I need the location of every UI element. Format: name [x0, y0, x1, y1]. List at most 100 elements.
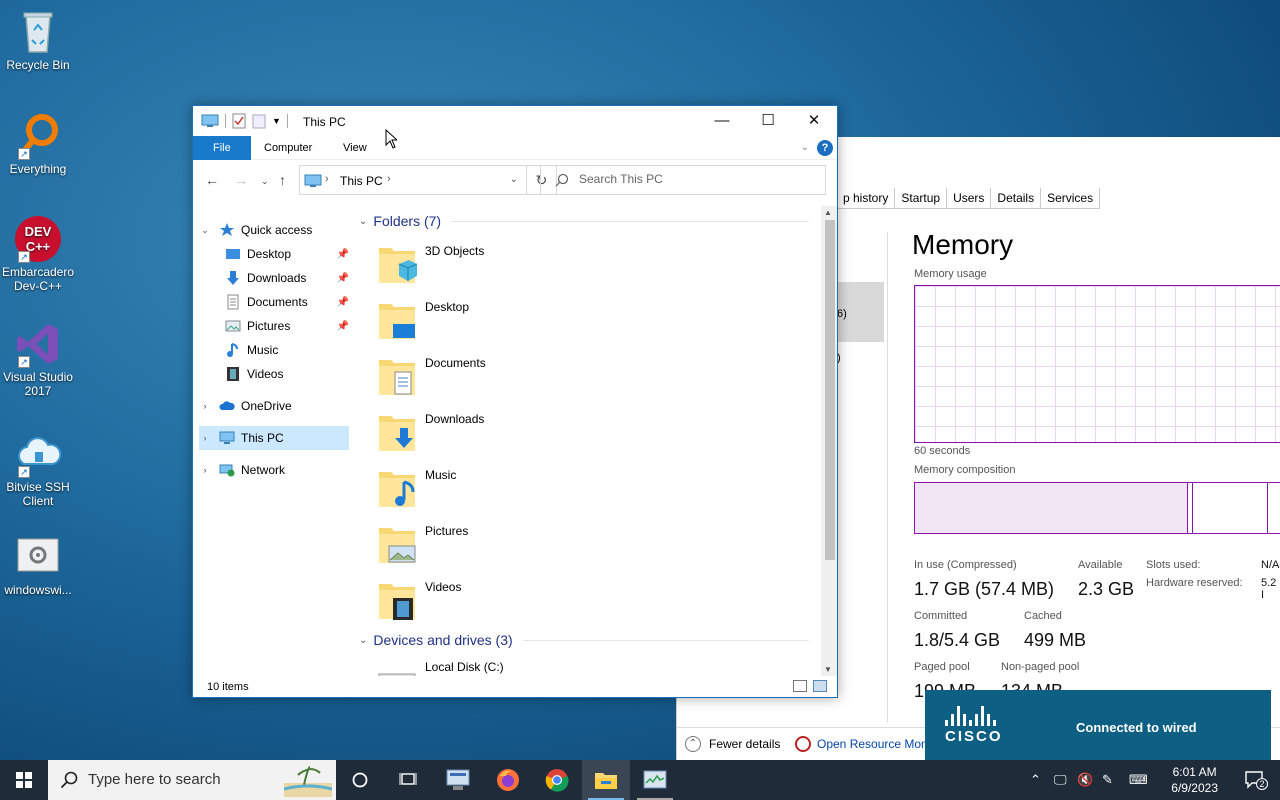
drive-item-local-disk-c[interactable]: Local Disk (C:) [377, 658, 777, 676]
collapse-chevron-icon[interactable]: ⌄ [199, 225, 211, 236]
folder-item-downloads[interactable]: Downloads [377, 410, 777, 462]
taskbar-app-chrome[interactable] [533, 760, 581, 800]
scroll-down-arrow-icon[interactable]: ▼ [824, 665, 832, 674]
cortana-button[interactable] [336, 760, 384, 800]
up-button[interactable]: ↑ [279, 172, 286, 188]
breadcrumb-this-pc[interactable]: This PC [340, 174, 383, 188]
pin-icon[interactable]: 📌 [337, 273, 349, 284]
folder-item-music[interactable]: Music [377, 466, 777, 518]
nav-quick-downloads[interactable]: Downloads 📌 [225, 266, 349, 290]
show-hidden-icons-chevron-icon[interactable]: ⌃ [1030, 772, 1041, 788]
committed-value: 1.8/5.4 GB [914, 630, 1001, 650]
nav-quick-music[interactable]: Music [225, 338, 349, 362]
desktop-icon-bitvise[interactable]: ↗ Bitvise SSH Client [0, 430, 76, 508]
taskbar-search-input[interactable] [88, 771, 288, 788]
file-explorer-window[interactable]: ▼ This PC — ☐ ✕ File Computer View ⌄ ? ←… [192, 105, 838, 698]
cached-value: 499 MB [1024, 630, 1087, 650]
recent-locations-button[interactable]: ⌄ [261, 176, 269, 187]
nav-this-pc[interactable]: › This PC [199, 426, 349, 450]
chevron-down-icon[interactable]: ▼ [272, 116, 281, 126]
tab-file[interactable]: File [193, 136, 251, 160]
folder-item-3d-objects[interactable]: 3D Objects [377, 242, 777, 294]
new-folder-icon[interactable] [252, 113, 266, 129]
desktop-icon-windowswi[interactable]: windowswi... [0, 533, 76, 597]
nav-quick-documents[interactable]: Documents 📌 [225, 290, 349, 314]
nav-onedrive[interactable]: › OneDrive [199, 394, 349, 418]
window-title: This PC [303, 115, 346, 129]
search-box[interactable] [540, 165, 826, 195]
network-tray-icon[interactable]: 🖵 [1054, 772, 1067, 788]
expand-chevron-icon[interactable]: › [199, 433, 211, 443]
taskbar-clock[interactable]: 6:01 AM 6/9/2023 [1171, 764, 1218, 796]
taskbar-app-file-explorer[interactable] [582, 760, 630, 800]
expand-chevron-icon[interactable]: › [199, 465, 211, 475]
group-header-devices[interactable]: ⌄ Devices and drives (3) [359, 632, 809, 648]
task-view-button[interactable] [384, 760, 432, 800]
help-button[interactable]: ? [817, 140, 833, 156]
address-bar[interactable]: › This PC › ⌄ [299, 165, 527, 195]
tab-users[interactable]: Users [947, 188, 992, 208]
folder-item-videos[interactable]: Videos [377, 578, 777, 630]
address-dropdown-icon[interactable]: ⌄ [510, 174, 518, 185]
memory-composition-bar[interactable] [914, 482, 1280, 534]
back-button[interactable]: ← [205, 172, 219, 188]
taskbar-search[interactable] [48, 760, 336, 800]
details-view-button[interactable] [793, 680, 807, 692]
taskbar-app-firefox[interactable] [484, 760, 532, 800]
desktop-icon-recycle-bin[interactable]: Recycle Bin [0, 8, 76, 72]
desktop-icon-everything[interactable]: ↗ Everything [0, 112, 76, 176]
tab-startup[interactable]: Startup [895, 188, 948, 208]
group-header-folders[interactable]: ⌄ Folders (7) [359, 213, 809, 229]
nav-quick-videos[interactable]: Videos [225, 362, 349, 386]
scrollbar-thumb[interactable] [825, 220, 835, 560]
cisco-notification-toast[interactable]: CISCO Connected to wired [925, 690, 1271, 760]
chrome-icon [545, 769, 569, 792]
nav-quick-desktop[interactable]: Desktop 📌 [225, 242, 349, 266]
nav-quick-access[interactable]: ⌄ Quick access [199, 218, 349, 242]
breadcrumb-separator-icon[interactable]: › [325, 173, 329, 185]
tiles-view-button[interactable] [813, 680, 827, 692]
tab-app-history[interactable]: p history [837, 188, 896, 208]
keyboard-icon[interactable]: ⌨ [1129, 772, 1148, 788]
forward-button[interactable]: → [234, 172, 248, 188]
maximize-button[interactable]: ☐ [745, 106, 791, 136]
taskbar-app-task-manager[interactable] [631, 760, 679, 800]
folder-item-pictures[interactable]: Pictures [377, 522, 777, 574]
tab-services[interactable]: Services [1041, 188, 1101, 208]
taskbar-app-remote-desktop[interactable] [434, 760, 482, 800]
desktop-icon-devcpp[interactable]: DEV C++ ↗ Embarcadero Dev-C++ [0, 215, 76, 293]
collapse-chevron-icon[interactable]: ⌄ [359, 635, 367, 646]
pin-icon[interactable]: 📌 [337, 297, 349, 308]
search-input[interactable] [579, 172, 819, 186]
fewer-details-button[interactable]: ⌃ Fewer details [685, 736, 780, 752]
start-button[interactable] [0, 760, 48, 800]
close-button[interactable]: ✕ [791, 106, 837, 136]
collapse-chevron-icon[interactable]: ⌄ [359, 216, 367, 227]
expand-chevron-icon[interactable]: › [199, 401, 211, 411]
breadcrumb-separator-icon[interactable]: › [387, 173, 391, 185]
volume-muted-icon[interactable]: 🔇 [1077, 772, 1093, 788]
tab-view[interactable]: View [330, 136, 380, 160]
tab-computer[interactable]: Computer [251, 136, 325, 160]
title-bar[interactable]: ▼ This PC — ☐ ✕ [193, 106, 837, 136]
pin-icon[interactable]: 📌 [337, 321, 349, 332]
folder-item-desktop[interactable]: Desktop [377, 298, 777, 350]
task-view-icon [399, 773, 417, 785]
scroll-up-arrow-icon[interactable]: ▲ [824, 208, 832, 217]
desktop-icon-visual-studio[interactable]: ↗ Visual Studio 2017 [0, 320, 76, 398]
action-center-button[interactable]: 2 [1244, 770, 1268, 793]
film-icon [227, 367, 239, 381]
vertical-scrollbar[interactable]: ▲ ▼ [821, 206, 837, 676]
pen-workspace-icon[interactable]: ✎ [1102, 772, 1113, 788]
properties-icon[interactable] [232, 113, 246, 129]
expand-ribbon-icon[interactable]: ⌄ [801, 142, 809, 153]
nav-network[interactable]: › Network [199, 458, 349, 482]
nav-quick-pictures[interactable]: Pictures 📌 [225, 314, 349, 338]
minimize-button[interactable]: — [699, 106, 745, 136]
desktop-icon-label: windowswi... [4, 583, 72, 597]
folder-item-documents[interactable]: Documents [377, 354, 777, 406]
star-icon [220, 223, 234, 236]
open-resource-monitor-link[interactable]: Open Resource Moni [795, 736, 930, 752]
pin-icon[interactable]: 📌 [337, 249, 349, 260]
tab-details[interactable]: Details [991, 188, 1042, 208]
